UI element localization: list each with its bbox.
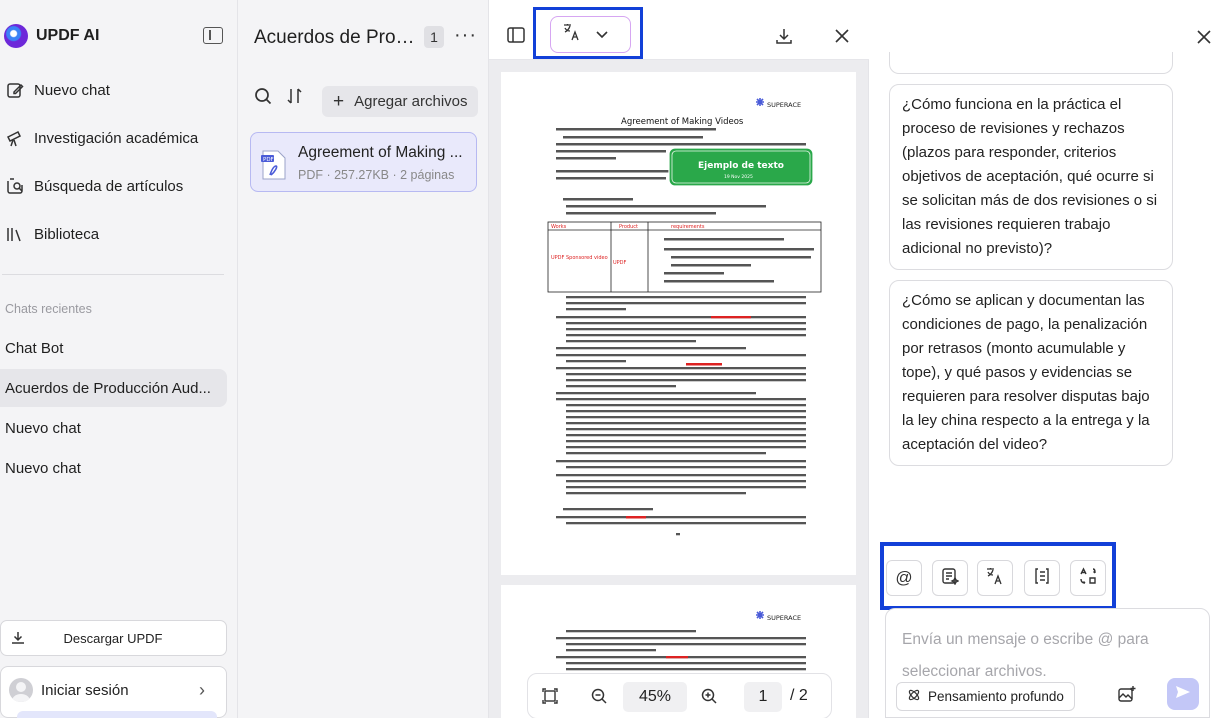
table-cell: UPDF <box>613 260 627 266</box>
message-bubble: ¿Cómo funciona en la práctica el proceso… <box>889 84 1173 270</box>
pdf-page: SUPERACE Agreement of Making Videos Ejem… <box>501 72 856 575</box>
list-bracket-icon <box>1033 567 1051 590</box>
download-icon[interactable] <box>775 27 793 50</box>
toggle-panel-icon[interactable] <box>507 27 525 48</box>
atom-icon <box>907 688 921 705</box>
chat-title: Acuerdos de Producción Audiovisual <box>254 27 419 48</box>
explain-button[interactable] <box>1024 560 1060 596</box>
summarize-button[interactable] <box>932 560 968 596</box>
at-icon: @ <box>895 568 913 587</box>
recent-chats-label: Chats recientes <box>5 302 92 316</box>
zoom-in-icon[interactable] <box>701 688 717 709</box>
translate-dropdown[interactable] <box>550 16 631 53</box>
table-header: requirements <box>671 224 705 230</box>
chevron-down-icon <box>596 26 608 44</box>
search-icon[interactable] <box>254 87 272 110</box>
send-icon <box>1175 684 1191 705</box>
login-button[interactable]: Iniciar sesión › <box>0 666 227 718</box>
nav-new-chat[interactable]: Nuevo chat <box>6 78 110 102</box>
nav-label: Biblioteca <box>34 225 100 243</box>
close-icon[interactable] <box>835 29 849 48</box>
pdf-viewer: SUPERACE Agreement of Making Videos Ejem… <box>489 0 869 718</box>
table-header: Works <box>551 224 567 230</box>
login-accent-bar <box>17 711 217 718</box>
nav-label: Investigación académica <box>34 129 199 147</box>
nav-library[interactable]: Biblioteca <box>6 222 99 246</box>
files-panel: Acuerdos de Producción Audiovisual 1 ···… <box>238 0 489 718</box>
mention-button[interactable]: @ <box>886 560 922 596</box>
message-input[interactable]: Envía un mensaje o escribe @ para selecc… <box>902 624 1187 688</box>
chevron-right-icon: › <box>199 680 205 700</box>
sidebar: UPDF AI Nuevo chat Investigación académi… <box>0 0 238 718</box>
zoom-level[interactable]: 45% <box>623 682 687 712</box>
fit-page-icon[interactable] <box>542 688 558 709</box>
viewer-toolbar <box>489 0 869 60</box>
add-files-label: Agregar archivos <box>354 93 468 110</box>
sort-icon[interactable] <box>286 87 304 110</box>
chat-panel: ¿Cómo funciona en la práctica el proceso… <box>869 0 1221 718</box>
avatar-icon <box>9 678 33 702</box>
translate-icon <box>985 566 1005 591</box>
translate-icon <box>562 22 582 47</box>
table-cell: UPDF Sponsored video <box>551 255 608 261</box>
chat-item[interactable]: Nuevo chat <box>0 449 227 487</box>
document-sparkle-icon <box>941 567 960 590</box>
edit-icon <box>6 81 24 99</box>
telescope-icon <box>6 129 24 147</box>
doc-brand: SUPERACE <box>767 614 801 622</box>
nav-article-search[interactable]: Búsqueda de artículos <box>6 174 183 198</box>
nav-label: Búsqueda de artículos <box>34 177 184 195</box>
rewrite-button[interactable] <box>1070 560 1106 596</box>
files-toolbar <box>254 87 304 110</box>
image-upload-icon[interactable] <box>1118 685 1136 708</box>
pdf-file-icon: PDF <box>261 150 287 180</box>
chat-item[interactable]: Chat Bot <box>0 329 227 367</box>
swap-text-icon <box>1079 566 1097 590</box>
doc-title: Agreement of Making Videos <box>621 117 744 127</box>
file-card[interactable]: PDF Agreement of Making ... PDF · 257.27… <box>250 132 477 192</box>
zoom-out-icon[interactable] <box>591 688 607 709</box>
updf-logo-icon <box>4 24 28 48</box>
message-input-box[interactable]: Envía un mensaje o escribe @ para selecc… <box>885 608 1210 718</box>
download-label: Descargar UPDF <box>63 630 163 646</box>
close-icon[interactable] <box>1197 30 1211 49</box>
library-icon <box>6 225 24 243</box>
add-files-button[interactable]: + Agregar archivos <box>322 86 478 117</box>
login-label: Iniciar sesión <box>41 682 129 699</box>
stamp-title: Ejemplo de texto <box>698 161 784 171</box>
stamp-date: 19 Nov 2025 <box>724 174 753 180</box>
previous-message-bubble <box>889 52 1173 74</box>
download-updf-button[interactable]: Descargar UPDF <box>0 620 227 656</box>
collapse-sidebar-icon[interactable] <box>203 27 223 44</box>
chat-item[interactable]: Nuevo chat <box>0 409 227 447</box>
app-name: UPDF AI <box>36 27 100 44</box>
translate-button[interactable] <box>977 560 1013 596</box>
file-count-badge: 1 <box>424 26 444 48</box>
divider <box>2 274 224 275</box>
nav-academic-research[interactable]: Investigación académica <box>6 126 198 150</box>
message-bubble: ¿Cómo se aplican y documentan las condic… <box>889 280 1173 466</box>
send-button[interactable] <box>1167 678 1199 710</box>
page-total: / 2 <box>790 687 808 704</box>
app-logo: UPDF AI <box>4 24 99 48</box>
table-header: Product <box>619 224 638 230</box>
page-navigation-bar: 45% 1 / 2 <box>527 673 832 718</box>
file-meta: PDF · 257.27KB · 2 páginas <box>298 168 455 182</box>
pdf-page-content: SUPERACE Agreement of Making Videos Ejem… <box>547 98 822 536</box>
search-doc-icon <box>6 177 24 195</box>
nav-label: Nuevo chat <box>34 81 110 99</box>
svg-text:PDF: PDF <box>263 157 274 163</box>
chat-item-active[interactable]: Acuerdos de Producción Aud... <box>0 369 227 407</box>
deep-think-label: Pensamiento profundo <box>928 689 1064 704</box>
plus-icon: + <box>333 91 345 112</box>
page-number-input[interactable]: 1 <box>744 682 782 712</box>
deep-think-button[interactable]: Pensamiento profundo <box>896 682 1075 711</box>
more-options-icon[interactable]: ··· <box>454 24 477 47</box>
file-name: Agreement of Making ... <box>298 144 463 161</box>
doc-brand: SUPERACE <box>767 101 801 109</box>
